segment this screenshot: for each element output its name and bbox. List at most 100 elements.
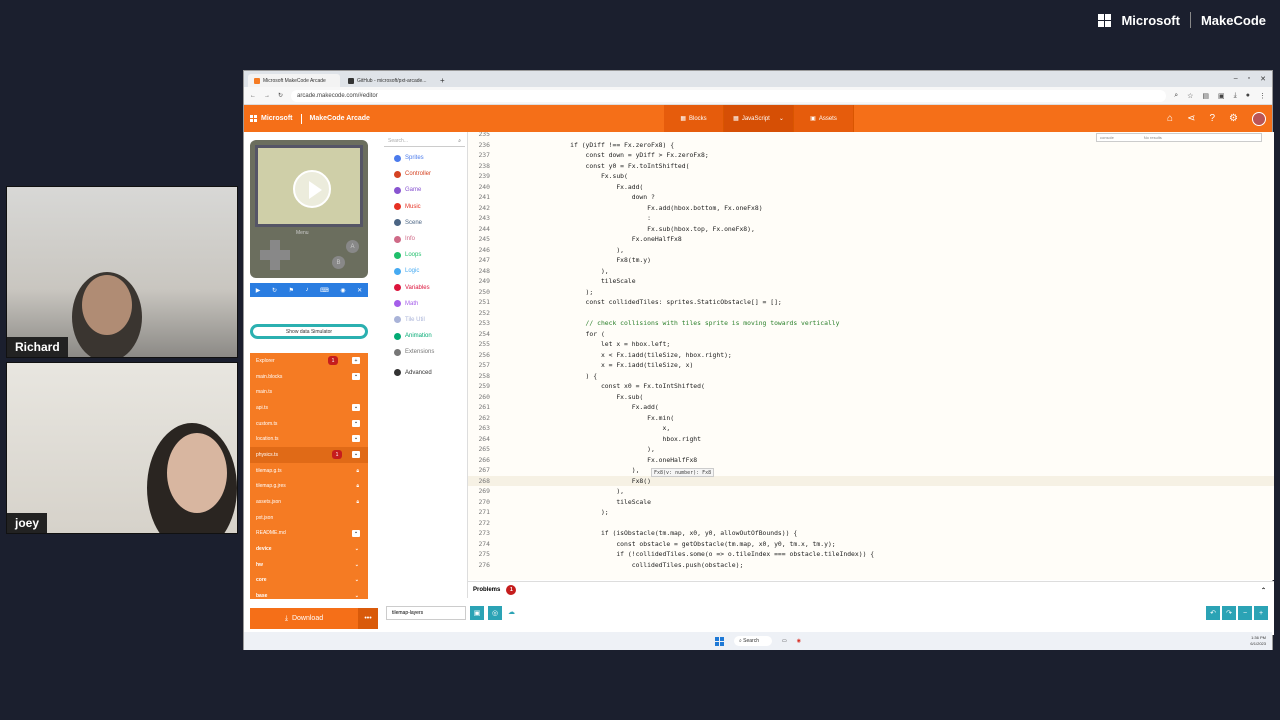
code-line[interactable]: 271 ); — [468, 507, 1274, 518]
download-icon[interactable]: ⤓ — [1234, 92, 1237, 100]
package-item[interactable]: core ⌄ — [250, 573, 368, 589]
code-line[interactable]: 257 x = Fx.iadd(tileSize, x) — [468, 360, 1274, 371]
delete-icon[interactable]: ▪ — [352, 435, 360, 443]
avatar[interactable] — [1252, 111, 1266, 126]
project-name-input[interactable]: tilemap-layers — [386, 606, 466, 620]
find-input[interactable]: console — [1100, 135, 1114, 140]
code-line[interactable]: 266 Fx.oneHalfFx8 — [468, 455, 1274, 466]
code-line[interactable]: 250 ); — [468, 287, 1274, 298]
toolbox-category-variables[interactable]: Variables — [382, 280, 467, 296]
toolbox-category-game[interactable]: Game — [382, 182, 467, 198]
find-widget[interactable]: console No results — [1096, 133, 1262, 142]
zoom-out-button[interactable]: − — [1238, 606, 1252, 620]
dpad-control[interactable] — [260, 240, 290, 270]
share-icon[interactable]: ⋖ — [1187, 113, 1195, 124]
code-line[interactable]: 262 Fx.min( — [468, 413, 1274, 424]
code-line[interactable]: 276 collidedTiles.push(obstacle); — [468, 560, 1274, 571]
toolbox-search-input[interactable]: Search... ⌕ — [384, 135, 465, 147]
code-line[interactable]: 252 — [468, 308, 1274, 319]
windows-start-icon[interactable] — [714, 636, 724, 646]
reload-icon[interactable]: ↻ — [278, 92, 283, 99]
makecode-logo[interactable]: Microsoft MakeCode Arcade — [250, 113, 370, 124]
home-icon[interactable]: ⌂ — [1167, 113, 1173, 124]
taskbar-search[interactable]: ⌕ Search — [733, 636, 772, 646]
code-line[interactable]: 270 tileScale — [468, 497, 1274, 508]
chevron-up-icon[interactable]: ⌃ — [1261, 587, 1266, 594]
gear-icon[interactable]: ⚙ — [1229, 113, 1238, 124]
download-button[interactable]: ⤓ Download — [250, 615, 358, 623]
help-icon[interactable]: ? — [1209, 113, 1215, 124]
forward-icon[interactable]: → — [264, 93, 270, 99]
redo-button[interactable]: ↷ — [1222, 606, 1236, 620]
code-line[interactable]: 254 for ( — [468, 329, 1274, 340]
file-item[interactable]: location.ts ▪ — [250, 431, 368, 447]
menu-button[interactable]: Menu — [296, 230, 309, 236]
zoom-icon[interactable]: ⌕ — [1174, 92, 1178, 100]
simulator-screen[interactable] — [255, 145, 363, 227]
maximize-icon[interactable]: ▫ — [1248, 75, 1250, 83]
code-line[interactable]: 244 Fx.sub(hbox.top, Fx.oneFx8), — [468, 224, 1274, 235]
menu-icon[interactable]: ⋮ — [1259, 92, 1266, 100]
toolbox-category-scene[interactable]: Scene — [382, 215, 467, 231]
code-line[interactable]: 259 const x0 = Fx.toIntShifted( — [468, 381, 1274, 392]
package-item[interactable]: device ⌄ — [250, 541, 368, 557]
problems-panel-header[interactable]: Problems 1 ⌃ — [468, 581, 1274, 598]
code-line[interactable]: 246 ), — [468, 245, 1274, 256]
more-options-button[interactable]: ••• — [358, 608, 378, 629]
package-item[interactable]: base ⌄ — [250, 588, 368, 599]
profile-icon[interactable]: ● — [1246, 92, 1250, 100]
code-line[interactable]: 241 down ? — [468, 192, 1274, 203]
code-line[interactable]: 238 const y0 = Fx.toIntShifted( — [468, 161, 1274, 172]
toolbox-category-loops[interactable]: Loops — [382, 247, 467, 263]
toolbox-category-advanced[interactable]: Advanced — [382, 364, 467, 380]
reading-icon[interactable]: ▤ — [1202, 92, 1209, 100]
code-line[interactable]: 255 let x = hbox.left; — [468, 339, 1274, 350]
code-line[interactable]: 258 ) { — [468, 371, 1274, 382]
b-button[interactable]: B — [332, 256, 345, 269]
toolbox-category-math[interactable]: Math — [382, 296, 467, 312]
code-line[interactable]: 263 x, — [468, 423, 1274, 434]
code-line[interactable]: 248 ), — [468, 266, 1274, 277]
mute-icon[interactable]: ♪ — [306, 287, 309, 293]
code-line[interactable]: 256 x < Fx.iadd(tileSize, hbox.right); — [468, 350, 1274, 361]
code-line[interactable]: 264 hbox.right — [468, 434, 1274, 445]
code-line[interactable]: 268 Fx8() — [468, 475, 1274, 486]
assets-mode-button[interactable]: ▣ Assets — [794, 105, 854, 132]
screenshot-icon[interactable]: ◉ — [340, 287, 345, 294]
code-line[interactable]: 267 ), — [468, 465, 1274, 476]
code-line[interactable]: 274 const obstacle = getObstacle(tm.map,… — [468, 539, 1274, 550]
chrome-icon[interactable]: ◉ — [797, 638, 801, 644]
blocks-mode-button[interactable]: ▦ Blocks — [664, 105, 724, 132]
show-data-simulator-button[interactable]: Show data Simulator — [250, 324, 368, 339]
file-item[interactable]: main.blocks ▪ — [250, 369, 368, 385]
toolbox-category-sprites[interactable]: Sprites — [382, 150, 467, 166]
code-line[interactable]: 247 Fx8(tm.y) — [468, 255, 1274, 266]
zoom-in-button[interactable]: + — [1254, 606, 1268, 620]
delete-icon[interactable]: ▪ — [352, 372, 360, 380]
a-button[interactable]: A — [346, 240, 359, 253]
game-simulator[interactable]: Menu A B — [250, 140, 368, 278]
play-icon[interactable]: ▶ — [256, 287, 261, 294]
code-line[interactable]: 249 tileScale — [468, 276, 1274, 287]
code-line[interactable]: 245 Fx.oneHalfFx8 — [468, 234, 1274, 245]
restart-icon[interactable]: ↻ — [272, 287, 277, 294]
javascript-mode-button[interactable]: ▦ JavaScript ⌄ — [724, 105, 794, 132]
new-tab-icon[interactable]: + — [436, 76, 449, 87]
add-file-icon[interactable]: + — [352, 357, 360, 364]
code-line[interactable]: 260 Fx.sub( — [468, 392, 1274, 403]
save-button[interactable]: ▣ — [470, 606, 484, 620]
minimize-icon[interactable]: – — [1234, 75, 1238, 83]
file-item[interactable]: assets.json 🔒︎ — [250, 494, 368, 510]
code-line[interactable]: 243 : — [468, 213, 1274, 224]
toolbox-category-logic[interactable]: Logic — [382, 263, 467, 279]
star-icon[interactable]: ☆ — [1187, 92, 1193, 100]
keyboard-icon[interactable]: ⌨ — [320, 287, 329, 294]
explorer-icon[interactable]: ▭ — [782, 638, 787, 644]
play-icon[interactable] — [293, 170, 331, 208]
package-item[interactable]: hw ⌄ — [250, 557, 368, 573]
file-item[interactable]: main.ts — [250, 384, 368, 400]
debug-icon[interactable]: ⚑ — [289, 287, 294, 294]
delete-icon[interactable]: ▪ — [352, 451, 360, 459]
collections-icon[interactable]: ▣ — [1218, 92, 1225, 100]
toolbox-category-controller[interactable]: Controller — [382, 166, 467, 182]
